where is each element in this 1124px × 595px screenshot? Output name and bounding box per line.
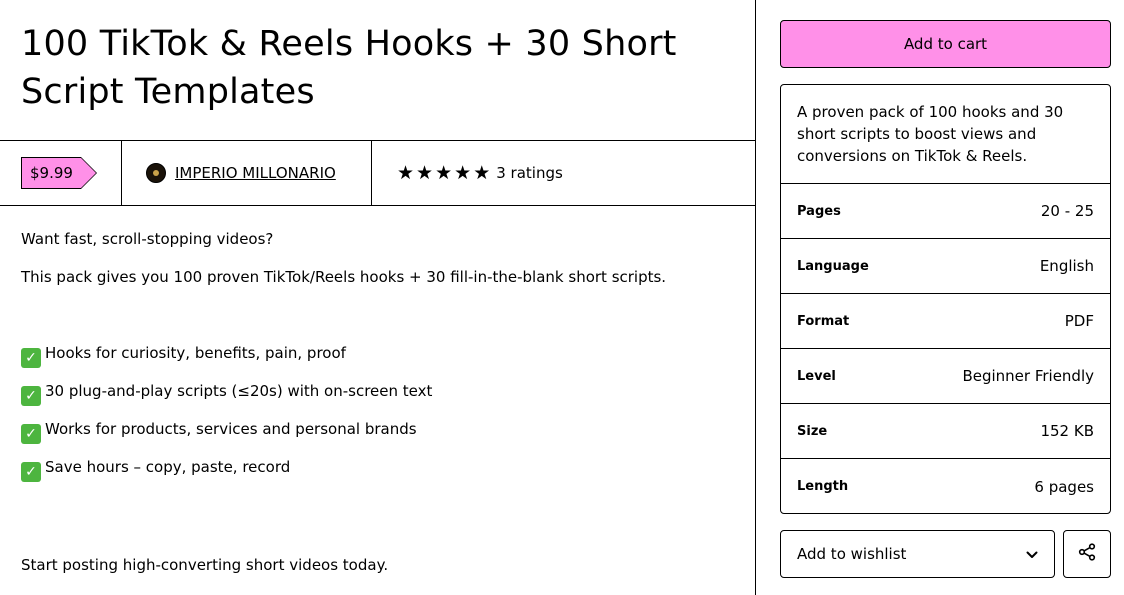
star-icon: ★ [416,161,434,184]
list-item: ✓ 30 plug-and-play scripts (≤20s) with on… [21,382,432,406]
attribute-row-pages: Pages 20 - 25 [781,184,1110,239]
attribute-value: Beginner Friendly [962,367,1094,385]
star-icon: ★ [454,161,472,184]
description-outro: Start posting high-converting short vide… [21,556,389,574]
attribute-value: 6 pages [1034,477,1094,496]
rating-stars: ★ ★ ★ ★ ★ [397,161,491,184]
column-divider [755,0,756,595]
ratings-count: 3 ratings [496,164,563,182]
product-summary: A proven pack of 100 hooks and 30 short … [781,85,1110,184]
checkmark-icon: ✓ [21,424,41,444]
attribute-label: Size [797,423,828,439]
chevron-down-icon [1026,545,1038,563]
seller-cell: IMPERIO MILLONARIO [122,141,372,205]
attribute-row-format: Format PDF [781,294,1110,349]
attribute-value: 152 KB [1040,422,1094,440]
product-info-card: A proven pack of 100 hooks and 30 short … [780,84,1111,514]
list-item: ✓ Save hours – copy, paste, record [21,458,290,482]
share-button[interactable] [1063,530,1111,578]
attribute-label: Length [797,479,849,494]
attribute-value: English [1039,257,1094,275]
description-body: This pack gives you 100 proven TikTok/Re… [21,268,667,286]
attribute-value: PDF [1064,312,1094,330]
attribute-row-size: Size 152 KB [781,404,1110,459]
star-icon: ★ [397,161,415,184]
checkmark-icon: ✓ [21,386,41,406]
attribute-row-level: Level Beginner Friendly [781,349,1110,404]
attribute-row-language: Language English [781,239,1110,294]
list-item: ✓ Works for products, services and person… [21,420,417,444]
checkmark-icon: ✓ [21,462,41,482]
attribute-label: Format [797,313,850,329]
attribute-value: 20 - 25 [1040,202,1094,220]
star-icon: ★ [435,161,453,184]
seller-link[interactable]: IMPERIO MILLONARIO [175,164,336,182]
list-item: ✓ Hooks for curiosity, benefits, pain, pr… [21,344,346,368]
share-icon [1078,543,1096,565]
attribute-label: Language [797,258,869,274]
add-to-wishlist-dropdown[interactable]: Add to wishlist [780,530,1055,578]
attribute-label: Pages [797,203,841,219]
star-icon: ★ [473,161,491,184]
price-cell: $9.99 [0,141,122,205]
attribute-label: Level [797,368,836,384]
product-meta-bar: $9.99 IMPERIO MILLONARIO ★ ★ ★ ★ ★ 3 rat… [0,140,755,206]
description-intro: Want fast, scroll-stopping videos? [21,230,274,248]
price-badge: $9.99 [21,157,97,189]
wishlist-label: Add to wishlist [797,545,907,563]
checkmark-icon: ✓ [21,348,41,368]
attribute-row-length: Length 6 pages [781,459,1110,513]
product-title: 100 TikTok & Reels Hooks + 30 Short Scri… [21,24,677,112]
seller-avatar[interactable] [146,163,166,183]
rating-cell[interactable]: ★ ★ ★ ★ ★ 3 ratings [372,141,755,205]
product-main: 100 TikTok & Reels Hooks + 30 Short Scri… [0,0,755,595]
add-to-cart-button[interactable]: Add to cart [780,20,1111,68]
